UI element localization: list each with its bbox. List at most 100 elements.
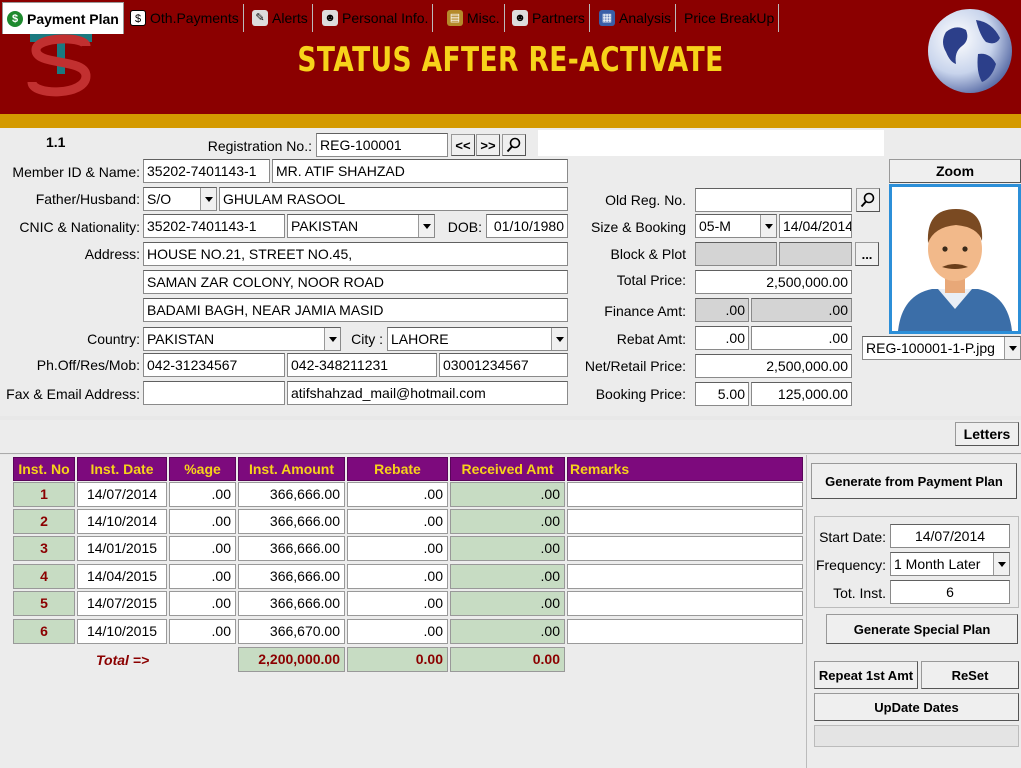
col-header-inst-no[interactable]: Inst. No	[13, 457, 75, 481]
address-line-3[interactable]: BADAMI BAGH, NEAR JAMIA MASID	[143, 298, 568, 322]
member-name-input[interactable]: MR. ATIF SHAHZAD	[272, 159, 568, 183]
chevron-down-icon[interactable]	[760, 215, 776, 237]
update-dates-button[interactable]: UpDate Dates	[814, 693, 1019, 721]
remarks-cell[interactable]	[567, 482, 803, 507]
inst-amount-cell[interactable]: 366,666.00	[238, 591, 345, 616]
remarks-cell[interactable]	[567, 509, 803, 534]
rebate-cell[interactable]: .00	[347, 482, 448, 507]
next-record-button[interactable]: >>	[476, 134, 500, 156]
chevron-down-icon[interactable]	[200, 188, 216, 210]
inst-amount-cell[interactable]: 366,666.00	[238, 536, 345, 561]
oldreg-input[interactable]	[695, 188, 852, 212]
remarks-cell[interactable]	[567, 619, 803, 644]
inst-date-cell[interactable]: 14/10/2015	[77, 619, 167, 644]
inst-date-cell[interactable]: 14/07/2015	[77, 591, 167, 616]
member-photo[interactable]	[889, 184, 1021, 334]
tot-inst-input[interactable]: 6	[890, 580, 1010, 604]
percentage-cell[interactable]: .00	[169, 564, 236, 589]
col-header-inst-amount[interactable]: Inst. Amount	[238, 457, 345, 481]
rebate-cell[interactable]: .00	[347, 591, 448, 616]
search-button[interactable]	[502, 134, 526, 156]
rebate-cell[interactable]: .00	[347, 564, 448, 589]
percentage-cell[interactable]: .00	[169, 482, 236, 507]
finance-amt-input[interactable]: .00	[751, 298, 852, 322]
tab-partners[interactable]: ☻ Partners	[508, 4, 590, 32]
rebat-pct-input[interactable]: .00	[695, 326, 749, 350]
oldreg-search-button[interactable]	[856, 188, 880, 212]
received-cell[interactable]: .00	[450, 482, 565, 507]
net-price-input[interactable]: 2,500,000.00	[695, 354, 852, 378]
photo-file-select[interactable]: REG-100001-1-P.jpg	[862, 336, 1021, 360]
inst-amount-cell[interactable]: 366,670.00	[238, 619, 345, 644]
total-price-input[interactable]: 2,500,000.00	[695, 270, 852, 294]
frequency-select[interactable]: 1 Month Later	[890, 552, 1010, 576]
remarks-cell[interactable]	[567, 591, 803, 616]
phone-office-input[interactable]: 042-31234567	[143, 353, 285, 377]
percentage-cell[interactable]: .00	[169, 591, 236, 616]
received-cell[interactable]: .00	[450, 591, 565, 616]
address-line-2[interactable]: SAMAN ZAR COLONY, NOOR ROAD	[143, 270, 568, 294]
inst-date-cell[interactable]: 14/07/2014	[77, 482, 167, 507]
chevron-down-icon[interactable]	[418, 215, 434, 237]
fax-input[interactable]	[143, 381, 285, 405]
reg-input[interactable]: REG-100001	[316, 133, 448, 157]
col-header-rebate[interactable]: Rebate	[347, 457, 448, 481]
inst-amount-cell[interactable]: 366,666.00	[238, 564, 345, 589]
inst-amount-cell[interactable]: 366,666.00	[238, 509, 345, 534]
received-cell[interactable]: .00	[450, 509, 565, 534]
tab-personal-info[interactable]: ☻ Personal Info.	[318, 4, 434, 32]
phone-mobile-input[interactable]: 03001234567	[439, 353, 568, 377]
rebat-amt-input[interactable]: .00	[751, 326, 852, 350]
remarks-cell[interactable]	[567, 536, 803, 561]
phone-res-input[interactable]: 042-348211231	[287, 353, 437, 377]
finance-pct-input[interactable]: .00	[695, 298, 749, 322]
inst-date-cell[interactable]: 14/04/2015	[77, 564, 167, 589]
zoom-button[interactable]: Zoom	[889, 159, 1021, 183]
percentage-cell[interactable]: .00	[169, 619, 236, 644]
generate-special-plan-button[interactable]: Generate Special Plan	[826, 614, 1018, 644]
tab-analysis[interactable]: ▦ Analysis	[595, 4, 677, 32]
percentage-cell[interactable]: .00	[169, 536, 236, 561]
inst-date-cell[interactable]: 14/01/2015	[77, 536, 167, 561]
chevron-down-icon[interactable]	[1004, 337, 1020, 359]
generate-plan-button[interactable]: Generate from Payment Plan	[811, 463, 1017, 499]
block-input[interactable]	[695, 242, 777, 266]
chevron-down-icon[interactable]	[324, 328, 340, 350]
member-id-input[interactable]: 35202-7401143-1	[143, 159, 270, 183]
tab-price-breakup[interactable]: Price BreakUp	[680, 4, 780, 32]
relation-select[interactable]: S/O	[143, 187, 217, 211]
tab-misc[interactable]: ▤ Misc.	[443, 4, 505, 32]
col-header-percentage[interactable]: %age	[169, 457, 236, 481]
booking-amt-input[interactable]: 125,000.00	[751, 382, 852, 406]
rebate-cell[interactable]: .00	[347, 509, 448, 534]
repeat-first-amount-button[interactable]: Repeat 1st Amt	[814, 661, 918, 689]
received-cell[interactable]: .00	[450, 619, 565, 644]
rebate-cell[interactable]: .00	[347, 619, 448, 644]
inst-amount-cell[interactable]: 366,666.00	[238, 482, 345, 507]
tab-payment-plan[interactable]: $ Payment Plan	[2, 2, 124, 34]
reset-button[interactable]: ReSet	[921, 661, 1019, 689]
booking-date-input[interactable]: 14/04/2014	[779, 214, 852, 238]
city-select[interactable]: LAHORE	[387, 327, 568, 351]
nationality-select[interactable]: PAKISTAN	[287, 214, 435, 238]
received-cell[interactable]: .00	[450, 536, 565, 561]
father-name-input[interactable]: GHULAM RASOOL	[219, 187, 568, 211]
country-select[interactable]: PAKISTAN	[143, 327, 341, 351]
inst-date-cell[interactable]: 14/10/2014	[77, 509, 167, 534]
chevron-down-icon[interactable]	[551, 328, 567, 350]
dob-input[interactable]: 01/10/1980	[486, 214, 568, 238]
col-header-received-amt[interactable]: Received Amt	[450, 457, 565, 481]
letters-button[interactable]: Letters	[955, 422, 1019, 446]
email-input[interactable]: atifshahzad_mail@hotmail.com	[287, 381, 568, 405]
start-date-input[interactable]: 14/07/2014	[890, 524, 1010, 548]
booking-pct-input[interactable]: 5.00	[695, 382, 749, 406]
size-select[interactable]: 05-M	[695, 214, 777, 238]
plot-input[interactable]	[779, 242, 852, 266]
cnic-input[interactable]: 35202-7401143-1	[143, 214, 285, 238]
chevron-down-icon[interactable]	[993, 553, 1009, 575]
address-line-1[interactable]: HOUSE NO.21, STREET NO.45,	[143, 242, 568, 266]
prev-record-button[interactable]: <<	[451, 134, 475, 156]
col-header-remarks[interactable]: Remarks	[567, 457, 803, 481]
tab-oth-payments[interactable]: $ Oth.Payments	[126, 4, 244, 32]
tab-alerts[interactable]: ✎ Alerts	[248, 4, 313, 32]
